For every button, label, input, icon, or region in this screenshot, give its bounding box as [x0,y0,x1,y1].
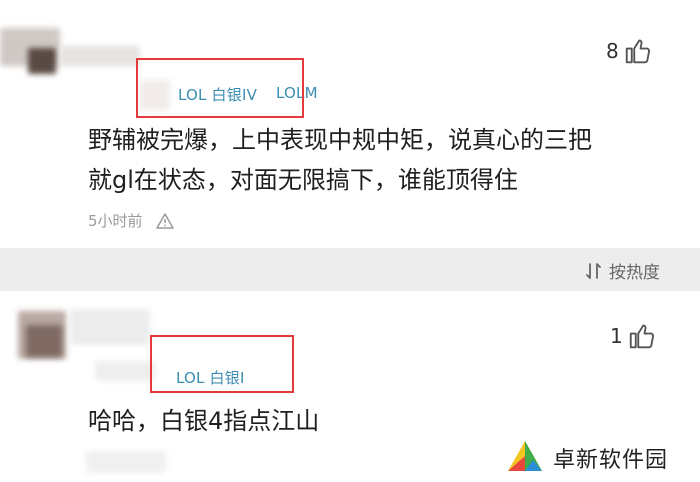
sort-icon [586,262,601,279]
comment-text-line: 就gl在状态，对面无限搞下，谁能顶得住 [88,166,518,194]
hidden-meta-blur [86,451,166,473]
highlight-box [136,58,304,118]
highlight-box [150,335,294,393]
username-blur [95,361,155,381]
comment-text-line: 哈哈，白银4指点江山 [88,407,320,435]
like-button[interactable]: 8 [606,36,653,66]
watermark-logo-icon [508,441,542,471]
username-blur [70,309,150,345]
thumbs-up-icon [625,39,650,64]
comment-text: 野辅被完爆，上中表现中规中矩，说真心的三把 就gl在状态，对面无限搞下，谁能顶得… [88,120,592,200]
timestamp: 5小时前 [88,212,143,230]
like-button[interactable]: 1 [610,321,657,351]
report-icon[interactable] [155,212,175,230]
comment-text-line: 野辅被完爆，上中表现中规中矩，说真心的三把 [88,126,592,154]
like-count: 1 [610,324,623,348]
avatar-detail [26,325,62,357]
sort-by-heat-button[interactable]: 按热度 [585,258,660,283]
watermark-text: 卓新软件园 [553,448,669,473]
sort-bar: 按热度 [0,248,700,291]
comment-text: 哈哈，白银4指点江山 [88,401,319,441]
thumbs-up-icon [629,324,654,349]
watermark: 卓新软件园 [505,434,700,482]
sort-label: 按热度 [609,263,660,283]
username-blur [60,46,140,66]
like-count: 8 [606,39,619,63]
avatar-detail [28,48,56,74]
comment-item: LOL 白银IV LOLM 8 野辅被完爆，上中表现中规中矩，说真心的三把 就g… [0,0,700,248]
comment-meta: 5小时前 [88,210,175,231]
